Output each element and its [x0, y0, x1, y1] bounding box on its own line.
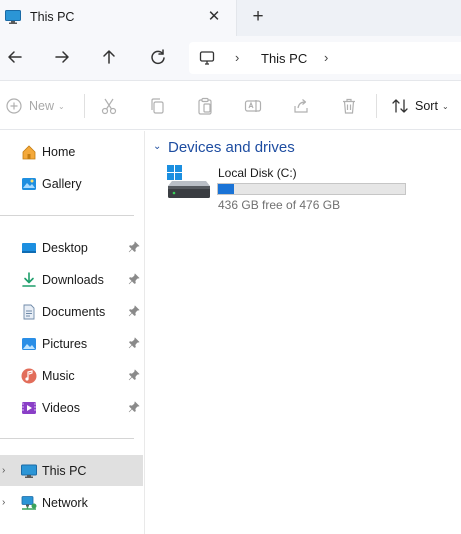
drive-free-space: 436 GB free of 476 GB — [218, 198, 341, 212]
tab-title: This PC — [30, 10, 75, 24]
breadcrumb-this-pc[interactable]: This PC — [261, 51, 307, 66]
breadcrumb-separator-icon[interactable]: › — [235, 50, 239, 65]
sidebar-item-home[interactable]: Home — [0, 136, 143, 167]
sidebar-item-label: Downloads — [42, 273, 104, 287]
computer-icon — [199, 50, 215, 66]
sidebar-item-label: Music — [42, 369, 75, 383]
pin-icon[interactable] — [128, 305, 140, 317]
collapse-group-icon[interactable]: ⌄ — [153, 141, 161, 152]
file-view: ⌄ Devices and drives Local Disk (C:) 436… — [146, 131, 461, 534]
forward-arrow-icon[interactable] — [51, 46, 73, 68]
paste-button[interactable] — [196, 96, 214, 116]
pin-icon[interactable] — [128, 337, 140, 349]
music-folder-icon — [21, 368, 37, 384]
share-button[interactable] — [292, 96, 310, 116]
sidebar-item-label: Home — [42, 145, 76, 159]
home-icon — [21, 144, 37, 160]
navigation-pane: Home Gallery Desktop Downloads Documents… — [0, 131, 145, 534]
navigation-bar: › This PC › — [0, 36, 461, 81]
chevron-right-icon[interactable]: › — [2, 497, 5, 508]
add-icon — [6, 98, 22, 114]
new-button[interactable]: New ⌄ — [5, 96, 65, 116]
sort-button[interactable]: Sort ⌄ — [391, 96, 449, 116]
sidebar-item-pictures[interactable]: Pictures — [0, 328, 143, 359]
sidebar-item-downloads[interactable]: Downloads — [0, 264, 143, 295]
cut-button[interactable] — [100, 96, 118, 116]
sidebar-item-label: Pictures — [42, 337, 88, 351]
tab-this-pc[interactable]: This PC ✕ — [0, 0, 237, 36]
this-pc-icon — [21, 463, 37, 479]
sidebar-item-label: Gallery — [42, 177, 82, 191]
sidebar-item-videos[interactable]: Videos — [0, 392, 143, 423]
share-icon — [294, 99, 308, 113]
chevron-down-icon: ⌄ — [58, 101, 65, 111]
sidebar-item-music[interactable]: Music — [0, 360, 143, 391]
delete-button[interactable] — [340, 96, 358, 116]
up-arrow-icon[interactable] — [98, 46, 120, 68]
breadcrumb-expand-icon[interactable]: › — [324, 50, 328, 65]
scissors-icon — [101, 98, 117, 115]
sidebar-item-documents[interactable]: Documents — [0, 296, 143, 327]
sidebar-item-this-pc[interactable]: › This PC — [0, 455, 143, 486]
sidebar-item-gallery[interactable]: Gallery — [0, 168, 143, 199]
close-tab-icon[interactable]: ✕ — [205, 8, 223, 26]
desktop-folder-icon — [21, 240, 37, 256]
pin-icon[interactable] — [128, 241, 140, 253]
tab-bar: This PC ✕ + — [0, 0, 461, 36]
rename-button[interactable] — [244, 96, 262, 116]
chevron-down-icon: ⌄ — [441, 101, 449, 111]
monitor-icon — [5, 10, 21, 24]
toolbar-divider — [376, 94, 377, 118]
refresh-icon[interactable] — [147, 46, 169, 68]
copy-icon — [151, 98, 164, 114]
chevron-right-icon[interactable]: › — [2, 465, 5, 476]
drive-usage-bar — [217, 183, 406, 195]
pin-icon[interactable] — [128, 369, 140, 381]
copy-button[interactable] — [148, 96, 166, 116]
sidebar-divider — [0, 438, 134, 439]
rename-icon — [244, 100, 262, 112]
sidebar-item-label: Documents — [42, 305, 106, 319]
sort-icon — [392, 99, 408, 113]
hard-drive-icon — [166, 164, 212, 202]
drive-name: Local Disk (C:) — [218, 166, 297, 180]
trash-icon — [343, 98, 355, 114]
pictures-folder-icon — [21, 336, 37, 352]
paste-icon — [198, 97, 212, 115]
videos-folder-icon — [21, 400, 37, 416]
documents-folder-icon — [21, 304, 37, 320]
sidebar-divider — [0, 215, 134, 216]
drive-usage-fill — [218, 184, 234, 194]
address-bar[interactable]: › This PC › — [189, 42, 461, 74]
drive-item-local-disk-c[interactable]: Local Disk (C:) 436 GB free of 476 GB — [166, 164, 411, 212]
gallery-icon — [21, 176, 37, 192]
network-icon — [21, 495, 37, 511]
sidebar-item-label: Desktop — [42, 241, 88, 255]
new-tab-icon[interactable]: + — [249, 7, 267, 27]
new-button-label: New — [29, 99, 55, 113]
back-arrow-icon[interactable] — [4, 46, 26, 68]
downloads-folder-icon — [21, 272, 37, 288]
sidebar-item-label: Videos — [42, 401, 80, 415]
sidebar-item-network[interactable]: › Network — [0, 487, 143, 518]
toolbar-divider — [84, 94, 85, 118]
pin-icon[interactable] — [128, 401, 140, 413]
pin-icon[interactable] — [128, 273, 140, 285]
sidebar-item-label: This PC — [42, 464, 87, 478]
sidebar-item-label: Network — [42, 496, 88, 510]
command-bar: New ⌄ Sort ⌄ — [0, 82, 461, 130]
group-header-devices-and-drives[interactable]: Devices and drives — [168, 139, 295, 156]
sort-button-label: Sort — [415, 99, 438, 113]
sidebar-item-desktop[interactable]: Desktop — [0, 232, 143, 263]
